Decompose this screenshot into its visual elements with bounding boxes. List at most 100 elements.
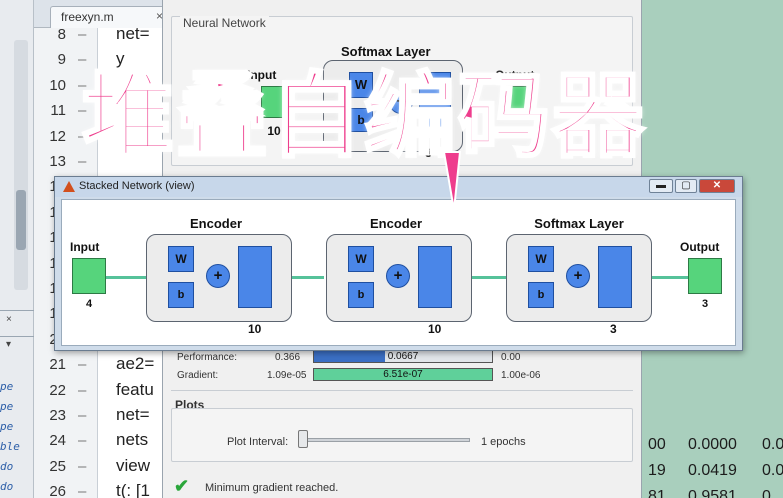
line-number: 9 bbox=[57, 51, 66, 69]
minimize-button[interactable]: ▬ bbox=[649, 179, 673, 193]
layer-label-encoder-1: Encoder bbox=[189, 216, 242, 231]
workspace-value: 0 bbox=[762, 488, 771, 498]
line-marker: – bbox=[78, 26, 87, 43]
performance-target: 0.00 bbox=[501, 352, 521, 363]
line-number: 21 bbox=[49, 356, 66, 374]
line-marker: – bbox=[78, 432, 87, 450]
connector bbox=[646, 276, 692, 279]
line-number: 22 bbox=[49, 381, 66, 399]
left-scrollbar-thumb[interactable] bbox=[16, 190, 26, 250]
layer-size-encoder-1: 10 bbox=[248, 322, 262, 336]
network-diagram: Input 4 Encoder W b + 10 Encoder W b + 1… bbox=[61, 199, 736, 346]
plots-group bbox=[171, 408, 633, 462]
softmax-layer-label: Softmax Layer bbox=[341, 44, 431, 59]
code-line: net= bbox=[116, 405, 150, 424]
chevron-down-icon[interactable]: ▾ bbox=[6, 339, 11, 350]
layer-size-encoder-2: 10 bbox=[428, 322, 442, 336]
checkmark-icon: ✔ bbox=[174, 476, 190, 496]
gradient-target: 1.00e-06 bbox=[501, 370, 541, 381]
divider bbox=[171, 390, 633, 391]
gradient-bar: 6.51e-07 bbox=[313, 368, 493, 381]
workspace-value: 0.0000 bbox=[688, 436, 737, 453]
editor-left-panel: × ▾ pe pe pe ble do do bbox=[0, 0, 34, 498]
plot-interval-slider[interactable] bbox=[302, 438, 470, 442]
workspace-value: 81 bbox=[648, 488, 666, 498]
workspace-value: 0.9581 bbox=[688, 488, 737, 498]
gradient-label: Gradient: bbox=[177, 370, 219, 381]
line-number: 23 bbox=[49, 407, 66, 424]
side-label: do bbox=[0, 480, 14, 493]
line-marker: – bbox=[78, 356, 87, 374]
workspace-value: 0.0 bbox=[762, 436, 783, 453]
window-title: Stacked Network (view) bbox=[79, 180, 195, 192]
side-label: pe bbox=[0, 380, 14, 393]
line-marker: – bbox=[78, 457, 87, 475]
editor-tab-label: freexyn.m bbox=[61, 10, 114, 24]
close-button[interactable]: ✕ bbox=[699, 179, 735, 193]
weight-block: W bbox=[528, 246, 554, 272]
sum-node: + bbox=[386, 264, 410, 288]
workspace-value: 19 bbox=[648, 462, 666, 479]
stacked-network-window: Stacked Network (view) ▬ ▢ ✕ Input 4 Enc… bbox=[54, 176, 743, 351]
close-icon[interactable]: × bbox=[6, 314, 12, 325]
layer-label-encoder-2: Encoder bbox=[369, 216, 422, 231]
sum-node: + bbox=[566, 264, 590, 288]
left-scrollbar[interactable] bbox=[14, 40, 28, 290]
plot-interval-slider-thumb[interactable] bbox=[298, 430, 308, 448]
input-size: 4 bbox=[85, 298, 93, 310]
side-label: ble bbox=[0, 440, 20, 453]
code-line: ae2= bbox=[116, 354, 155, 374]
gradient-current: 6.51e-07 bbox=[383, 369, 423, 380]
softmax-transfer-block bbox=[598, 246, 632, 308]
performance-bar: 0.0667 bbox=[313, 350, 493, 363]
output-label: Output bbox=[680, 240, 720, 254]
line-number: 24 bbox=[49, 432, 66, 450]
panel-divider bbox=[0, 336, 34, 337]
editor-tab[interactable]: freexyn.m × bbox=[50, 6, 170, 28]
workspace-value: 0.0 bbox=[762, 462, 783, 479]
line-number: 13 bbox=[49, 153, 66, 170]
group-title: Neural Network bbox=[180, 16, 269, 30]
plot-interval-label: Plot Interval: bbox=[227, 436, 289, 448]
transfer-function-block bbox=[418, 246, 452, 308]
performance-start: 0.366 bbox=[275, 352, 301, 363]
line-number: 25 bbox=[49, 457, 66, 475]
side-label: do bbox=[0, 460, 14, 473]
output-node bbox=[688, 258, 722, 294]
line-number: 10 bbox=[49, 76, 66, 94]
side-label: pe bbox=[0, 400, 14, 413]
workspace-value: 00 bbox=[648, 436, 666, 453]
line-number: 26 bbox=[49, 483, 66, 498]
layer-size-softmax: 3 bbox=[610, 322, 617, 336]
code-line: net= bbox=[116, 24, 150, 43]
performance-bar-fill bbox=[314, 351, 386, 362]
line-marker: – bbox=[78, 407, 87, 424]
status-message: Minimum gradient reached. bbox=[205, 482, 339, 494]
maximize-button[interactable]: ▢ bbox=[675, 179, 697, 193]
weight-block: W bbox=[348, 246, 374, 272]
panel-divider bbox=[0, 310, 34, 311]
overlay-caption: 堆叠自编码器 bbox=[81, 62, 647, 172]
performance-label: Performance: bbox=[177, 352, 238, 363]
performance-current: 0.0667 bbox=[387, 351, 419, 362]
workspace-value: 0.0419 bbox=[688, 462, 737, 479]
input-label: Input bbox=[70, 240, 100, 254]
plot-interval-value: 1 epochs bbox=[481, 436, 526, 448]
bias-block: b bbox=[528, 282, 554, 308]
layer-label-softmax: Softmax Layer bbox=[534, 216, 624, 231]
transfer-function-block bbox=[238, 246, 272, 308]
window-titlebar[interactable]: Stacked Network (view) ▬ ▢ ✕ bbox=[55, 177, 742, 197]
sum-node: + bbox=[206, 264, 230, 288]
line-marker: – bbox=[78, 381, 87, 399]
line-number: 12 bbox=[49, 127, 66, 145]
matlab-logo-icon bbox=[63, 181, 75, 192]
input-node bbox=[72, 258, 106, 294]
caption-pointer-icon bbox=[442, 151, 462, 211]
side-label: pe bbox=[0, 420, 14, 433]
connector bbox=[466, 276, 506, 279]
bias-block: b bbox=[168, 282, 194, 308]
weight-block: W bbox=[168, 246, 194, 272]
code-line: featu bbox=[116, 379, 154, 399]
code-line: nets bbox=[116, 430, 149, 450]
code-line: t(: [1 bbox=[116, 481, 151, 498]
